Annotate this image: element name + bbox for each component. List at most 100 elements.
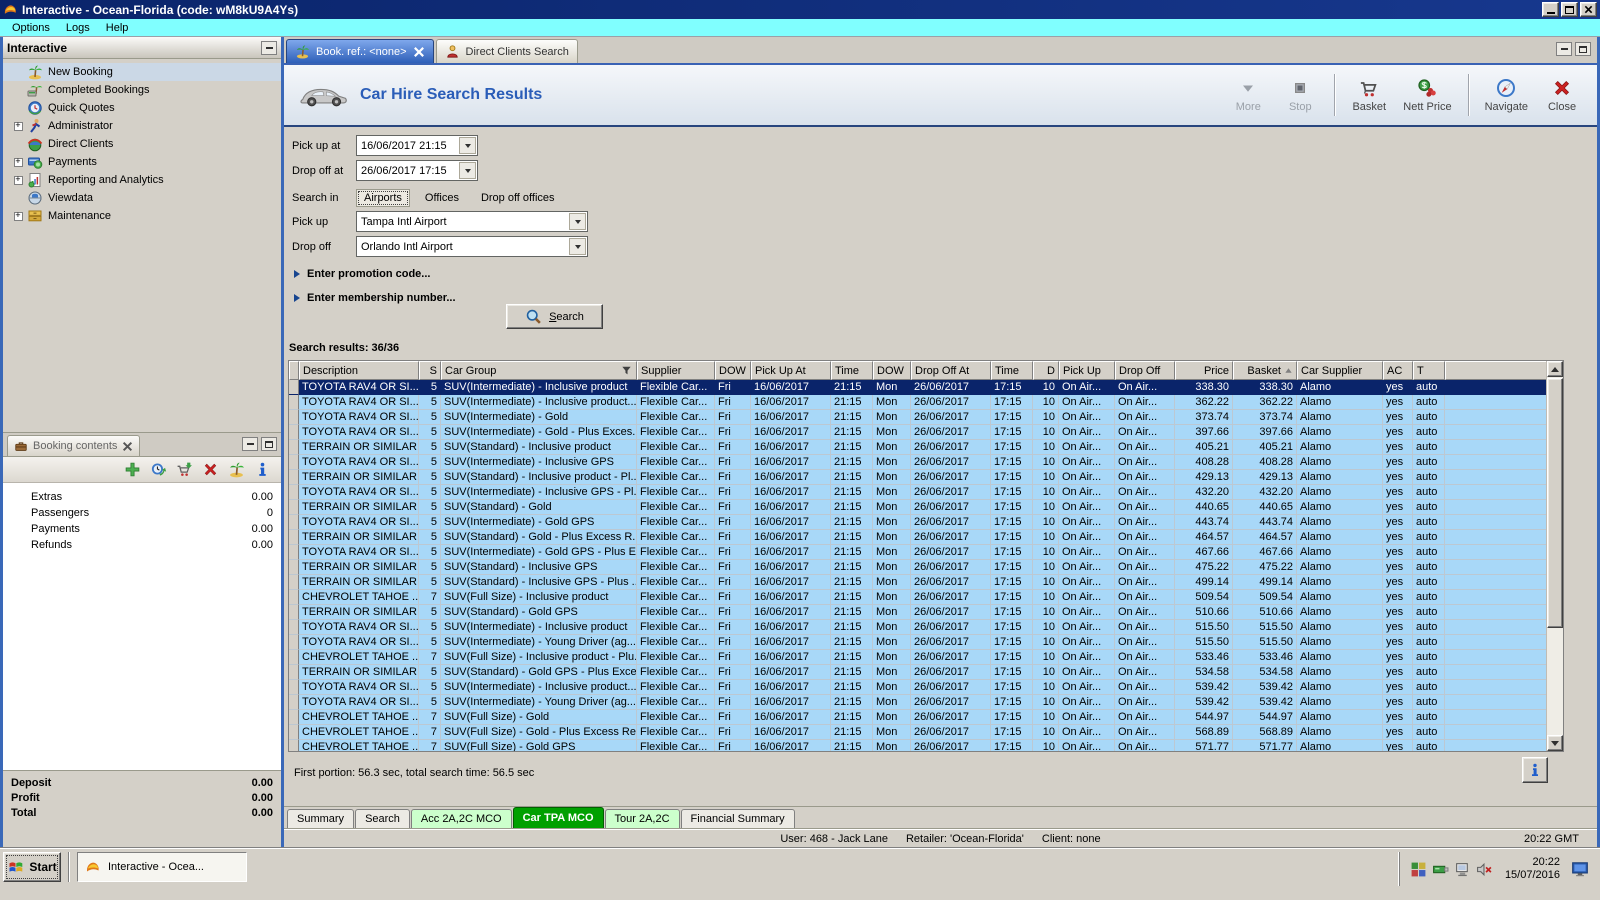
expand-icon[interactable]: + bbox=[13, 175, 23, 185]
dropdown-arrow[interactable] bbox=[569, 213, 586, 230]
bottom-tab[interactable]: Search bbox=[355, 809, 410, 829]
table-row[interactable]: TOYOTA RAV4 OR SI... 5 SUV(Intermediate)… bbox=[289, 620, 1548, 635]
bottom-tab[interactable]: Acc 2A,2C MCO bbox=[410, 809, 512, 829]
table-row[interactable]: TERRAIN OR SIMILAR 5 SUV(Standard) - Inc… bbox=[289, 470, 1548, 485]
booking-toolbar-icon[interactable] bbox=[176, 461, 193, 478]
taskbar-task-button[interactable]: Interactive - Ocea... bbox=[77, 852, 247, 882]
booking-contents-row[interactable]: Passengers 0 bbox=[3, 505, 281, 521]
table-row[interactable]: CHEVROLET TAHOE ... 7 SUV(Full Size) - I… bbox=[289, 590, 1548, 605]
filter-icon[interactable] bbox=[620, 364, 633, 377]
expand-icon[interactable]: + bbox=[13, 121, 23, 131]
bottom-tab[interactable]: Tour 2A,2C bbox=[604, 809, 680, 829]
booking-toolbar-icon[interactable] bbox=[254, 461, 271, 478]
table-row[interactable]: TERRAIN OR SIMILAR 5 SUV(Standard) - Gol… bbox=[289, 605, 1548, 620]
sidebar-item[interactable]: Direct Clients bbox=[3, 135, 281, 153]
toolbar-button[interactable]: Navigate bbox=[1480, 73, 1533, 117]
tab-close-icon[interactable] bbox=[413, 46, 425, 58]
vertical-scrollbar[interactable] bbox=[1546, 361, 1563, 751]
column-header[interactable]: Car Supplier bbox=[1297, 361, 1383, 380]
table-row[interactable]: TOYOTA RAV4 OR SI... 5 SUV(Intermediate)… bbox=[289, 425, 1548, 440]
column-header[interactable]: AC bbox=[1383, 361, 1413, 380]
column-header[interactable]: Time bbox=[831, 361, 873, 380]
pickup-combobox[interactable]: Tampa Intl Airport bbox=[356, 211, 588, 232]
start-button[interactable]: Start bbox=[3, 852, 61, 882]
column-header[interactable]: Drop Off At bbox=[911, 361, 991, 380]
bottom-tab[interactable]: Financial Summary bbox=[680, 809, 795, 829]
column-header[interactable]: Pick Up bbox=[1059, 361, 1115, 380]
table-row[interactable]: CHEVROLET TAHOE ... 7 SUV(Full Size) - G… bbox=[289, 740, 1548, 751]
toolbar-button[interactable]: Stop bbox=[1277, 73, 1323, 117]
pane-minimize-button[interactable] bbox=[1556, 42, 1572, 56]
booking-toolbar-icon[interactable] bbox=[202, 461, 219, 478]
table-row[interactable]: TOYOTA RAV4 OR SI... 5 SUV(Intermediate)… bbox=[289, 515, 1548, 530]
table-row[interactable]: TOYOTA RAV4 OR SI... 5 SUV(Intermediate)… bbox=[289, 485, 1548, 500]
table-row[interactable]: CHEVROLET TAHOE ... 7 SUV(Full Size) - G… bbox=[289, 725, 1548, 740]
column-header[interactable]: D bbox=[1033, 361, 1059, 380]
booking-contents-row[interactable]: Extras 0.00 bbox=[3, 489, 281, 505]
search-in-option[interactable]: Offices bbox=[418, 190, 466, 206]
booking-contents-tab[interactable]: Booking contents bbox=[7, 435, 141, 456]
table-row[interactable]: TOYOTA RAV4 OR SI... 5 SUV(Intermediate)… bbox=[289, 680, 1548, 695]
dropoff-combobox[interactable]: Orlando Intl Airport bbox=[356, 236, 588, 257]
toolbar-button[interactable]: Nett Price bbox=[1398, 73, 1456, 117]
pane-maximize-button[interactable] bbox=[261, 437, 277, 451]
window-maximize-button[interactable] bbox=[1561, 2, 1578, 17]
close-icon[interactable] bbox=[122, 441, 133, 452]
toolbar-button[interactable]: More bbox=[1225, 73, 1271, 117]
column-header[interactable]: Time bbox=[991, 361, 1033, 380]
booking-toolbar-icon[interactable] bbox=[228, 461, 245, 478]
column-header[interactable]: Drop Off bbox=[1115, 361, 1175, 380]
table-row[interactable]: TOYOTA RAV4 OR SI... 5 SUV(Intermediate)… bbox=[289, 395, 1548, 410]
scrollbar-thumb[interactable] bbox=[1547, 378, 1563, 628]
table-row[interactable]: TOYOTA RAV4 OR SI... 5 SUV(Intermediate)… bbox=[289, 695, 1548, 710]
table-row[interactable]: TERRAIN OR SIMILAR 5 SUV(Standard) - Gol… bbox=[289, 665, 1548, 680]
search-button[interactable]: Search bbox=[506, 304, 603, 329]
sidebar-item[interactable]: + Reporting and Analytics bbox=[3, 171, 281, 189]
bottom-tab[interactable]: Car TPA MCO bbox=[512, 807, 604, 829]
table-row[interactable]: TERRAIN OR SIMILAR 5 SUV(Standard) - Gol… bbox=[289, 500, 1548, 515]
column-header[interactable]: S bbox=[419, 361, 441, 380]
toolbar-button[interactable]: Close bbox=[1539, 73, 1585, 117]
sidebar-collapse-button[interactable] bbox=[261, 40, 277, 55]
tab-direct-clients-search[interactable]: Direct Clients Search bbox=[435, 39, 578, 63]
column-header[interactable]: Pick Up At bbox=[751, 361, 831, 380]
column-header[interactable]: Car Group bbox=[441, 361, 637, 380]
tray-icon[interactable] bbox=[1410, 861, 1427, 878]
expand-icon[interactable]: + bbox=[13, 211, 23, 221]
booking-toolbar-icon[interactable] bbox=[150, 461, 167, 478]
table-row[interactable]: TERRAIN OR SIMILAR 5 SUV(Standard) - Inc… bbox=[289, 575, 1548, 590]
menu-item[interactable]: Logs bbox=[58, 21, 98, 35]
booking-contents-row[interactable]: Payments 0.00 bbox=[3, 521, 281, 537]
show-desktop-icon[interactable] bbox=[1570, 860, 1590, 878]
sidebar-item[interactable]: Viewdata bbox=[3, 189, 281, 207]
column-header[interactable]: Description bbox=[299, 361, 419, 380]
column-header[interactable]: Supplier bbox=[637, 361, 715, 380]
tray-icon[interactable] bbox=[1476, 861, 1493, 878]
promotion-code-expander[interactable]: Enter promotion code... bbox=[294, 268, 430, 280]
search-in-option[interactable]: Airports bbox=[356, 188, 410, 207]
sidebar-item[interactable]: New Booking bbox=[3, 63, 281, 81]
table-row[interactable]: TERRAIN OR SIMILAR 5 SUV(Standard) - Gol… bbox=[289, 530, 1548, 545]
column-header[interactable]: Basket bbox=[1233, 361, 1297, 380]
table-row[interactable]: TERRAIN OR SIMILAR 5 SUV(Standard) - Inc… bbox=[289, 440, 1548, 455]
table-row[interactable]: TOYOTA RAV4 OR SI... 5 SUV(Intermediate)… bbox=[289, 410, 1548, 425]
toolbar-button[interactable]: Basket bbox=[1346, 73, 1392, 117]
membership-number-expander[interactable]: Enter membership number... bbox=[294, 292, 456, 304]
table-row[interactable]: TOYOTA RAV4 OR SI... 5 SUV(Intermediate)… bbox=[289, 635, 1548, 650]
table-row[interactable]: CHEVROLET TAHOE ... 7 SUV(Full Size) - G… bbox=[289, 710, 1548, 725]
window-minimize-button[interactable] bbox=[1542, 2, 1559, 17]
pane-maximize-button[interactable] bbox=[1575, 42, 1591, 56]
scroll-up-button[interactable] bbox=[1547, 361, 1563, 377]
sidebar-item[interactable]: + Payments bbox=[3, 153, 281, 171]
dropoff-at-combobox[interactable]: 26/06/2017 17:15 bbox=[356, 160, 478, 181]
sidebar-item[interactable]: + Maintenance bbox=[3, 207, 281, 225]
table-row[interactable]: TOYOTA RAV4 OR SI... 5 SUV(Intermediate)… bbox=[289, 380, 1548, 395]
menu-item[interactable]: Help bbox=[98, 21, 137, 35]
sidebar-item[interactable]: Quick Quotes bbox=[3, 99, 281, 117]
tray-icon[interactable] bbox=[1454, 861, 1471, 878]
table-row[interactable]: TOYOTA RAV4 OR SI... 5 SUV(Intermediate)… bbox=[289, 455, 1548, 470]
column-header[interactable]: T bbox=[1413, 361, 1445, 380]
table-row[interactable]: TOYOTA RAV4 OR SI... 5 SUV(Intermediate)… bbox=[289, 545, 1548, 560]
scroll-down-button[interactable] bbox=[1547, 735, 1563, 751]
pickup-at-combobox[interactable]: 16/06/2017 21:15 bbox=[356, 135, 478, 156]
